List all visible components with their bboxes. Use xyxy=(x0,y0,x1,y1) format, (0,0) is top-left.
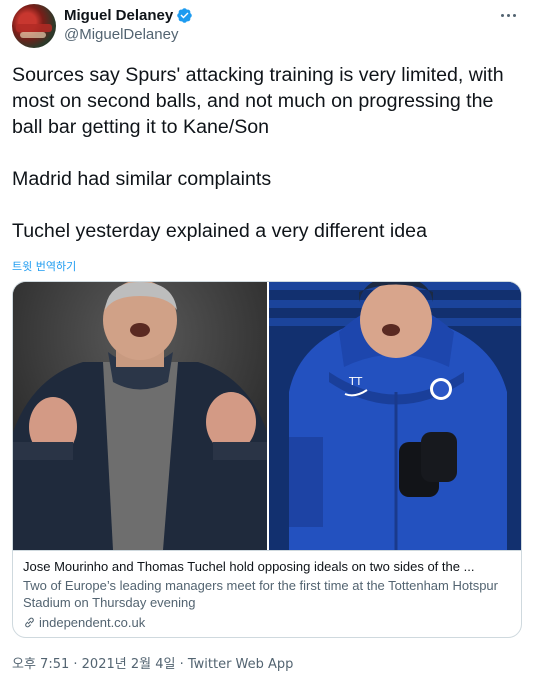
translate-tweet-link[interactable]: 트윗 번역하기 xyxy=(12,258,76,274)
photo-mourinho xyxy=(13,282,267,550)
svg-text:TT: TT xyxy=(348,375,363,388)
author-names: Miguel Delaney @MiguelDelaney xyxy=(64,7,193,43)
card-body[interactable]: Jose Mourinho and Thomas Tuchel hold opp… xyxy=(13,550,521,631)
tweet-date[interactable]: 2021년 2월 4일 xyxy=(82,657,176,672)
avatar-detail xyxy=(20,32,46,38)
verified-badge-icon xyxy=(177,8,192,23)
tweet-header: Miguel Delaney @MiguelDelaney xyxy=(12,4,524,50)
card-title[interactable]: Jose Mourinho and Thomas Tuchel hold opp… xyxy=(23,558,513,576)
tweet-text: Sources say Spurs' attacking training is… xyxy=(12,62,528,244)
author-handle[interactable]: @MiguelDelaney xyxy=(64,26,193,43)
tweet-source[interactable]: Twitter Web App xyxy=(188,657,294,672)
tweet-meta: 오후 7:51 · 2021년 2월 4일 · Twitter Web App xyxy=(12,653,293,672)
avatar-detail xyxy=(16,24,52,32)
author-display-name[interactable]: Miguel Delaney xyxy=(64,7,173,24)
photo-tuchel-illustration: TT xyxy=(269,282,521,550)
tweet-paragraph: Sources say Spurs' attacking training is… xyxy=(12,64,504,138)
photo-tuchel: TT xyxy=(269,282,521,550)
card-media[interactable]: TT xyxy=(13,282,521,550)
author-avatar[interactable] xyxy=(12,4,56,48)
tweet-time[interactable]: 오후 7:51 xyxy=(12,657,69,672)
tweet-paragraph: Tuchel yesterday explained a very differ… xyxy=(12,220,427,242)
photo-mourinho-illustration xyxy=(13,282,267,550)
tweet-paragraph: Madrid had similar complaints xyxy=(12,168,272,190)
card-domain-row: independent.co.uk xyxy=(23,614,513,631)
link-preview-card[interactable]: TT Jose Mourinho and Thomas Tuchel hold … xyxy=(12,281,522,638)
card-domain: independent.co.uk xyxy=(39,615,146,630)
display-name-row: Miguel Delaney xyxy=(64,7,193,24)
dot xyxy=(512,13,516,17)
dot xyxy=(506,13,510,17)
card-description: Two of Europe’s leading managers meet fo… xyxy=(23,578,498,610)
more-options-icon[interactable] xyxy=(498,8,518,22)
dot xyxy=(500,13,504,17)
meta-separator: · xyxy=(69,657,82,672)
meta-separator: · xyxy=(175,657,188,672)
link-icon xyxy=(25,617,34,628)
